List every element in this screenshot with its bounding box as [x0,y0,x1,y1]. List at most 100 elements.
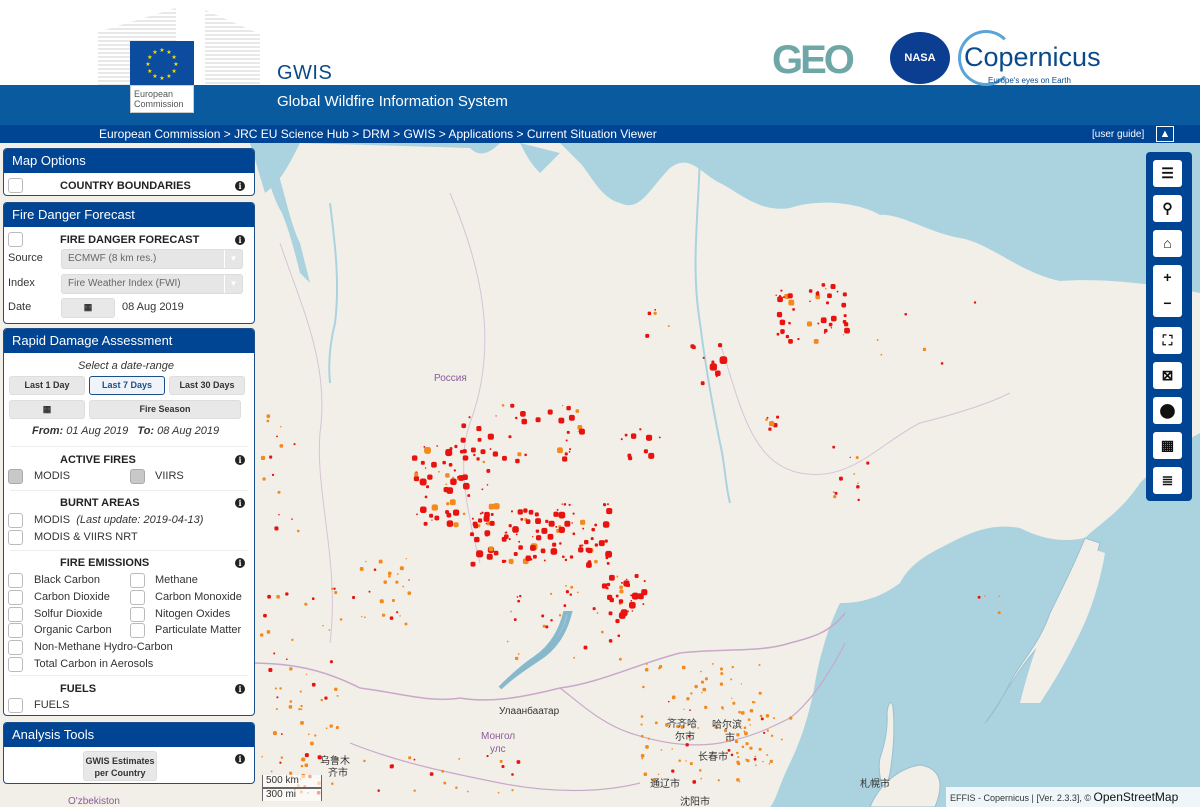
geo-logo[interactable]: GEO [772,38,855,83]
fire-hotspot [626,583,630,588]
info-icon[interactable]: i [235,684,245,694]
fire-hotspot [617,634,621,638]
panel-title[interactable]: Analysis Tools [4,723,254,747]
user-guide-link[interactable]: [user guide] [1092,129,1144,140]
fire-hotspot [532,535,534,538]
menu-icon[interactable]: ☰ [1153,160,1182,187]
fire-hotspot [843,314,847,318]
fire-hotspot [815,291,820,296]
fire-hotspot [745,742,749,746]
calendar-button[interactable]: ▦ [9,400,85,419]
arrow-up-icon[interactable]: ▲ [1156,126,1174,142]
viirs-active-checkbox[interactable] [130,469,145,484]
fire-hotspot [470,532,474,537]
index-select[interactable]: Fire Weather Index (FWI) ▼ [61,274,243,294]
info-icon[interactable]: i [235,754,245,764]
last-1-day-button[interactable]: Last 1 Day [9,376,85,395]
home-icon[interactable]: ⌂ [1153,230,1182,257]
emission-checkbox[interactable] [130,573,145,588]
fire-hotspot [762,760,764,763]
panel-title[interactable]: Map Options [4,149,254,173]
fire-hotspot [564,520,571,527]
emission-checkbox[interactable] [8,640,23,656]
index-value: Fire Weather Index (FWI) [68,278,181,289]
zoom-out-icon[interactable]: − [1153,290,1182,317]
fire-hotspot [792,308,795,311]
grid-icon[interactable]: ▦ [1153,432,1182,459]
fire-hotspot [462,512,466,516]
fire-hotspot [601,583,608,589]
fire-hotspot [431,519,433,521]
emission-checkbox[interactable] [8,657,23,672]
osm-link[interactable]: OpenStreetMap [1094,790,1179,804]
zoom-in-icon[interactable]: + [1153,265,1182,290]
fire-hotspot [627,610,629,613]
fire-hotspot [645,745,649,749]
emission-checkbox[interactable] [8,623,23,639]
info-icon[interactable]: i [235,181,245,191]
emission-checkbox[interactable] [130,623,145,639]
fire-hotspot [434,515,440,521]
fire-hotspot [263,613,267,618]
emission-checkbox[interactable] [130,589,145,605]
fire-hotspot [569,448,572,451]
fullscreen-icon[interactable]: ⛶ [1153,327,1182,354]
fire-hotspot [594,559,598,564]
extent-icon[interactable]: ⊠ [1153,362,1182,389]
fire-hotspot [823,328,828,333]
panel-title[interactable]: Rapid Damage Assessment [4,329,254,353]
fire-danger-checkbox[interactable] [8,232,23,247]
date-range-display: From: 01 Aug 2019 To: 08 Aug 2019 [32,425,219,437]
fire-hotspot [273,652,276,655]
legend-list-icon[interactable]: ≣ [1153,467,1182,494]
nrt-burnt-checkbox[interactable] [8,530,23,545]
fire-hotspot [643,449,648,454]
fire-hotspot [596,612,599,614]
fire-hotspot [648,452,655,459]
source-select[interactable]: ECMWF (8 km res.) ▼ [61,249,243,269]
fire-hotspot [304,602,308,606]
info-icon[interactable]: i [235,235,245,245]
fire-hotspot [832,445,836,449]
fuels-checkbox[interactable] [8,698,23,713]
fire-hotspot [280,756,283,759]
fire-hotspot [310,741,314,746]
fire-hotspot [640,754,645,758]
info-icon[interactable]: i [235,558,245,568]
ec-logo-text: European Commission [130,85,194,113]
copernicus-logo[interactable]: Copernicus Europe's eyes on Earth [958,30,1101,86]
lake-baikal [498,611,573,690]
fire-hotspot [462,482,470,490]
attribution-text: EFFIS - Copernicus | [Ver. 2.3.3], © [950,793,1092,803]
panel-title[interactable]: Fire Danger Forecast [4,203,254,227]
gwis-estimates-button[interactable]: GWIS Estimates per Country [83,751,157,781]
fire-season-button[interactable]: Fire Season [89,400,241,419]
fire-hotspot [373,568,377,571]
nasa-logo[interactable]: NASA [890,32,950,84]
fire-hotspot [702,687,707,692]
fire-hotspot [645,333,650,338]
location-pin-icon[interactable]: ⬤ [1153,397,1182,424]
index-label: Index [8,277,35,289]
active-fires-heading: ACTIVE FIRES [60,454,136,466]
modis-burnt-note: (Last update: 2019-04-13) [76,514,204,526]
last-7-days-button[interactable]: Last 7 Days [89,376,165,395]
search-icon[interactable]: ⚲ [1153,195,1182,222]
fire-hotspot [352,596,356,600]
country-boundaries-checkbox[interactable] [8,178,23,193]
emission-checkbox[interactable] [130,606,145,622]
eu-flag-icon[interactable]: ★ ★ ★ ★ ★ ★ ★ ★ ★ ★ ★ ★ [130,41,194,85]
emission-checkbox[interactable] [8,589,23,605]
info-icon[interactable]: i [235,498,245,508]
fire-emissions-heading: FIRE EMISSIONS [60,557,150,569]
fire-hotspot [278,514,280,516]
emission-checkbox[interactable] [8,573,23,588]
emission-checkbox[interactable] [8,606,23,622]
last-30-days-button[interactable]: Last 30 Days [169,376,245,395]
breadcrumb[interactable]: European Commission > JRC EU Science Hub… [99,127,657,141]
info-icon[interactable]: i [235,455,245,465]
modis-active-checkbox[interactable] [8,469,23,484]
calendar-button[interactable]: ▦ [61,298,115,318]
modis-burnt-checkbox[interactable] [8,513,23,528]
rapid-damage-panel: Rapid Damage Assessment Select a date-ra… [3,328,255,716]
